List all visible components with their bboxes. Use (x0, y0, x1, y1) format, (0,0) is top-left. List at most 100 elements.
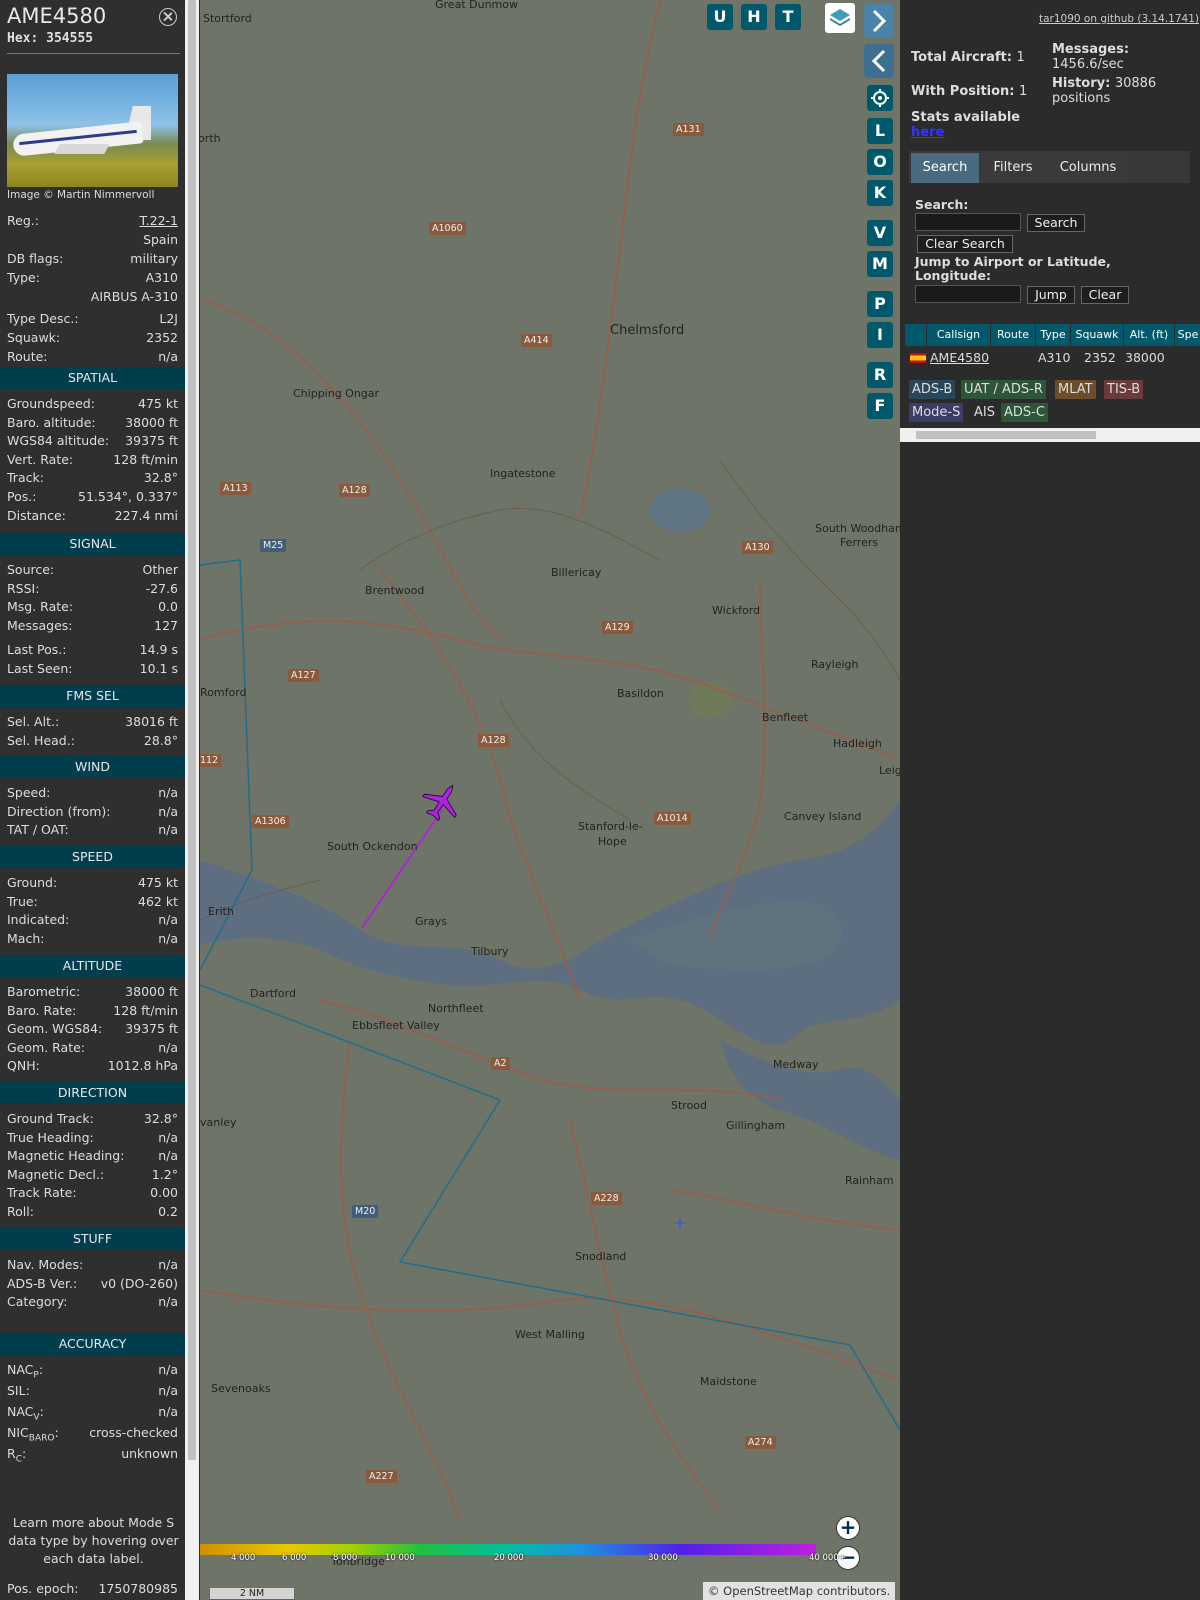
row-label-sub: BARO (28, 1433, 55, 1444)
section-header-signal: SIGNAL (0, 533, 185, 555)
detail-row: TAT / OAT: n/a (7, 821, 178, 839)
map-button-u[interactable]: U (707, 4, 733, 30)
aircraft-photo[interactable] (7, 74, 178, 187)
section-header-stuff: STUFF (0, 1228, 185, 1250)
map-place-label: Chipping Ongar (293, 387, 380, 400)
settings-button[interactable] (867, 85, 893, 111)
col-callsign[interactable]: Callsign (926, 324, 990, 346)
table-row[interactable]: AME4580 A310 2352 38000 (905, 348, 1200, 367)
stats-label: Stats available (911, 110, 1021, 125)
table-horizontal-scrollbar[interactable] (900, 428, 1200, 442)
divider (7, 53, 180, 54)
map-button-p[interactable]: P (867, 291, 893, 317)
map-place-label: Strood (671, 1099, 708, 1112)
github-link[interactable]: tar1090 on github (3.14.1741) (1039, 13, 1199, 25)
map-view[interactable]: Great Dunmow Stortford orth Chelmsford Chipp… (200, 0, 900, 1600)
aircraft-marker-icon[interactable] (420, 780, 464, 824)
tab-search[interactable]: Search (911, 153, 979, 183)
col-type[interactable]: Type (1035, 324, 1070, 346)
row-value: n/a (158, 931, 178, 946)
jump-input[interactable] (915, 285, 1021, 303)
map-button-k[interactable]: K (867, 180, 893, 206)
row-label: Baro. altitude: (7, 415, 96, 430)
details-scrollbar[interactable] (185, 0, 199, 1600)
stats-link[interactable]: here (911, 125, 944, 140)
detail-row: SIL: n/a (7, 1382, 178, 1400)
detail-row: Baro. Rate: 128 ft/min (7, 1002, 178, 1020)
col-route[interactable]: Route (990, 324, 1035, 346)
other-aircraft-icon[interactable] (673, 1216, 687, 1230)
map-place-label: Hadleigh (833, 737, 882, 750)
row-callsign[interactable]: AME4580 (930, 348, 989, 367)
col-squawk[interactable]: Squawk (1070, 324, 1123, 346)
row-value: 1012.8 hPa (107, 1058, 178, 1073)
source-badge: Mode-S (909, 403, 964, 422)
detail-row: Track: 32.8° (7, 469, 178, 487)
panel-tabs: Search Filters Columns (909, 151, 1190, 183)
map-button-l[interactable]: L (867, 118, 893, 144)
row-label-text: R (7, 1446, 16, 1461)
map-button-h[interactable]: H (741, 4, 767, 30)
row-value: n/a (158, 1294, 178, 1309)
map-place-label: Stanford-le- (578, 820, 643, 833)
scroll-thumb[interactable] (188, 0, 196, 1460)
row-value: 0.0 (158, 599, 178, 614)
map-button-r[interactable]: R (867, 362, 893, 388)
close-icon[interactable] (159, 8, 177, 26)
clear-search-button[interactable]: Clear Search (917, 235, 1013, 253)
col-altitude[interactable]: Alt. (ft) (1123, 324, 1174, 346)
map-button-i[interactable]: I (867, 322, 893, 348)
altitude-tick: 4 000 (231, 1553, 256, 1563)
attribution-text: © OpenStreetMap contributors. (708, 1584, 891, 1598)
tab-filters[interactable]: Filters (981, 153, 1045, 183)
detail-row: Direction (from): n/a (7, 803, 178, 821)
tab-columns[interactable]: Columns (1047, 153, 1129, 183)
road-label: A131 (673, 123, 704, 136)
row-label: DB flags: (7, 251, 64, 266)
row-value: n/a (158, 1148, 178, 1163)
row-value: n/a (158, 1404, 178, 1419)
selected-hex: Hex: 354555 (7, 31, 94, 46)
search-input[interactable] (915, 213, 1021, 231)
row-value: 38000 ft (125, 415, 178, 430)
row-value: 51.534°, 0.337° (78, 489, 178, 504)
map-button-v[interactable]: V (867, 220, 893, 246)
row-label: RSSI: (7, 581, 40, 596)
clear-button[interactable]: Clear (1081, 286, 1129, 304)
map-button-m[interactable]: M (867, 251, 893, 277)
chevron-left-icon (871, 49, 886, 73)
map-place-label: Sevenoaks (211, 1382, 271, 1395)
row-label-text: NIC (7, 1425, 29, 1440)
row-label: QNH: (7, 1058, 40, 1073)
detail-row: Geom. WGS84: 39375 ft (7, 1020, 178, 1038)
detail-row: Distance: 227.4 nmi (7, 507, 178, 525)
row-label: True Heading: (7, 1130, 94, 1145)
row-label: Ground: (7, 875, 58, 890)
row-label-colon: : (54, 1425, 59, 1440)
expand-sidebar-button[interactable] (864, 4, 894, 38)
info-row: Reg.: T.22-1 (7, 212, 178, 230)
zoom-in-button[interactable]: + (836, 1516, 860, 1540)
road-label: A129 (602, 621, 633, 634)
row-value: A310 (145, 270, 178, 285)
collapse-sidebar-button[interactable] (864, 44, 894, 78)
jump-button[interactable]: Jump (1027, 286, 1075, 304)
map-place-label: Ebbsfleet Valley (352, 1019, 440, 1032)
history-stat: History: 30886 positions (1052, 76, 1192, 106)
section-header-accuracy: ACCURACY (0, 1333, 185, 1355)
row-label: Baro. Rate: (7, 1003, 77, 1018)
search-button[interactable]: Search (1027, 214, 1085, 232)
map-place-label: Northfleet (428, 1002, 484, 1015)
col-speed[interactable]: Spe (1174, 324, 1200, 346)
row-type: A310 (1038, 350, 1071, 365)
map-button-f[interactable]: F (867, 393, 893, 419)
map-button-o[interactable]: O (867, 149, 893, 175)
layers-button[interactable] (825, 3, 855, 33)
row-value: n/a (158, 1040, 178, 1055)
total-aircraft: Total Aircraft: 1 (911, 50, 1025, 65)
map-button-t[interactable]: T (775, 4, 801, 30)
row-value[interactable]: T.22-1 (140, 212, 179, 230)
section-header-speed: SPEED (0, 846, 185, 868)
scroll-thumb[interactable] (916, 431, 1096, 439)
row-value: v0 (DO-260) (100, 1276, 178, 1291)
